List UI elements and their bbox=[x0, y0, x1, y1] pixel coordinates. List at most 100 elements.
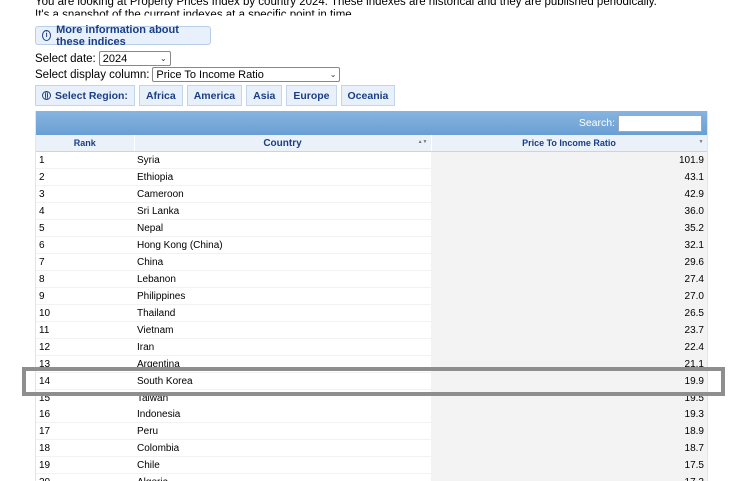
header-price-to-income[interactable]: Price To Income Ratio ▼ bbox=[431, 135, 707, 152]
ratio-cell: 27.0 bbox=[431, 288, 707, 305]
table-toolbar: Search: bbox=[36, 111, 707, 135]
intro-text: You are looking at Property Prices Index… bbox=[35, 0, 657, 8]
country-cell: Nepal bbox=[134, 220, 431, 237]
country-cell: Cameroon bbox=[134, 186, 431, 203]
country-cell: Iran bbox=[134, 339, 431, 356]
ratio-cell: 18.7 bbox=[431, 440, 707, 457]
country-cell: Peru bbox=[134, 423, 431, 440]
rank-cell: 18 bbox=[36, 440, 134, 457]
table-row[interactable]: 2Ethiopia43.1 bbox=[36, 169, 707, 186]
country-cell: Lebanon bbox=[134, 271, 431, 288]
ratio-cell: 36.0 bbox=[431, 203, 707, 220]
rank-cell: 20 bbox=[36, 474, 134, 481]
rank-cell: 3 bbox=[36, 186, 134, 203]
highlight-frame bbox=[22, 367, 725, 396]
table-row[interactable]: 9Philippines27.0 bbox=[36, 288, 707, 305]
header-price-label: Price To Income Ratio bbox=[522, 138, 616, 148]
country-cell: Ethiopia bbox=[134, 169, 431, 186]
region-button-europe[interactable]: Europe bbox=[286, 85, 336, 106]
info-icon: i bbox=[42, 30, 51, 41]
date-select[interactable]: 2024 ⌄ bbox=[99, 51, 171, 66]
chevron-down-icon: ⌄ bbox=[160, 54, 167, 63]
rank-cell: 5 bbox=[36, 220, 134, 237]
rank-cell: 7 bbox=[36, 254, 134, 271]
table-row[interactable]: 18Colombia18.7 bbox=[36, 440, 707, 457]
country-cell: Colombia bbox=[134, 440, 431, 457]
rank-cell: 12 bbox=[36, 339, 134, 356]
ratio-cell: 22.4 bbox=[431, 339, 707, 356]
date-selector-row: Select date: 2024 ⌄ bbox=[35, 51, 171, 66]
table-body: 1Syria101.92Ethiopia43.13Cameroon42.94Sr… bbox=[36, 152, 707, 481]
table-row[interactable]: 12Iran22.4 bbox=[36, 339, 707, 356]
region-button-asia[interactable]: Asia bbox=[246, 85, 282, 106]
country-cell: Algeria bbox=[134, 474, 431, 481]
ratio-cell: 32.1 bbox=[431, 237, 707, 254]
table-row[interactable]: 7China29.6 bbox=[36, 254, 707, 271]
table-row[interactable]: 17Peru18.9 bbox=[36, 423, 707, 440]
select-date-label: Select date: bbox=[35, 53, 96, 65]
rank-cell: 8 bbox=[36, 271, 134, 288]
country-cell: Thailand bbox=[134, 305, 431, 322]
table-row[interactable]: 8Lebanon27.4 bbox=[36, 271, 707, 288]
chevron-down-icon: ⌄ bbox=[330, 70, 337, 79]
ratio-cell: 27.4 bbox=[431, 271, 707, 288]
header-country-label: Country bbox=[263, 138, 301, 149]
ratio-cell: 17.5 bbox=[431, 457, 707, 474]
rank-cell: 1 bbox=[36, 152, 134, 169]
table-row[interactable]: 11Vietnam23.7 bbox=[36, 322, 707, 339]
search-input[interactable] bbox=[618, 115, 702, 132]
table-row[interactable]: 10Thailand26.5 bbox=[36, 305, 707, 322]
rank-cell: 6 bbox=[36, 237, 134, 254]
rank-cell: 4 bbox=[36, 203, 134, 220]
search-label: Search: bbox=[579, 117, 615, 129]
intro-text-2: It's a snapshot of the current indexes a… bbox=[35, 9, 355, 21]
select-column-label: Select display column: bbox=[35, 69, 149, 81]
column-select-value: Price To Income Ratio bbox=[156, 69, 263, 81]
sort-icon: ▲▼ bbox=[418, 139, 428, 145]
table-row[interactable]: 19Chile17.5 bbox=[36, 457, 707, 474]
region-button-oceania[interactable]: Oceania bbox=[341, 85, 396, 106]
country-cell: Syria bbox=[134, 152, 431, 169]
ratio-cell: 101.9 bbox=[431, 152, 707, 169]
table-row[interactable]: 3Cameroon42.9 bbox=[36, 186, 707, 203]
table-header-row: Rank Country ▲▼ Price To Income Ratio ▼ bbox=[36, 135, 707, 152]
region-button-america[interactable]: America bbox=[187, 85, 242, 106]
rank-cell: 10 bbox=[36, 305, 134, 322]
ratio-cell: 23.7 bbox=[431, 322, 707, 339]
country-cell: Hong Kong (China) bbox=[134, 237, 431, 254]
rank-cell: 19 bbox=[36, 457, 134, 474]
ratio-cell: 18.9 bbox=[431, 423, 707, 440]
rank-cell: 17 bbox=[36, 423, 134, 440]
country-cell: Indonesia bbox=[134, 406, 431, 423]
ratio-cell: 26.5 bbox=[431, 305, 707, 322]
rank-cell: 11 bbox=[36, 322, 134, 339]
region-button-africa[interactable]: Africa bbox=[139, 85, 183, 106]
more-info-button[interactable]: i More information about these indices bbox=[35, 26, 211, 45]
ratio-cell: 35.2 bbox=[431, 220, 707, 237]
rank-cell: 2 bbox=[36, 169, 134, 186]
table-row[interactable]: 4Sri Lanka36.0 bbox=[36, 203, 707, 220]
country-cell: Philippines bbox=[134, 288, 431, 305]
table-row[interactable]: 16Indonesia19.3 bbox=[36, 406, 707, 423]
column-selector-row: Select display column: Price To Income R… bbox=[35, 67, 340, 82]
table-row[interactable]: 1Syria101.9 bbox=[36, 152, 707, 169]
more-info-label: More information about these indices bbox=[56, 24, 210, 48]
table-row[interactable]: 20Algeria17.2 bbox=[36, 474, 707, 481]
rank-cell: 9 bbox=[36, 288, 134, 305]
rank-cell: 16 bbox=[36, 406, 134, 423]
country-cell: Chile bbox=[134, 457, 431, 474]
globe-icon bbox=[42, 91, 51, 100]
ratio-cell: 43.1 bbox=[431, 169, 707, 186]
column-select[interactable]: Price To Income Ratio ⌄ bbox=[152, 67, 340, 82]
sort-icon: ▼ bbox=[699, 139, 704, 145]
ratio-cell: 42.9 bbox=[431, 186, 707, 203]
table-row[interactable]: 5Nepal35.2 bbox=[36, 220, 707, 237]
header-rank[interactable]: Rank bbox=[36, 135, 134, 152]
country-cell: Vietnam bbox=[134, 322, 431, 339]
select-region-text: Select Region: bbox=[55, 90, 128, 102]
header-country[interactable]: Country ▲▼ bbox=[134, 135, 431, 152]
table-row[interactable]: 6Hong Kong (China)32.1 bbox=[36, 237, 707, 254]
country-cell: Sri Lanka bbox=[134, 203, 431, 220]
ratio-cell: 29.6 bbox=[431, 254, 707, 271]
index-table: Rank Country▲▼ Price To Income Ratio▼ 1S… bbox=[36, 135, 708, 481]
